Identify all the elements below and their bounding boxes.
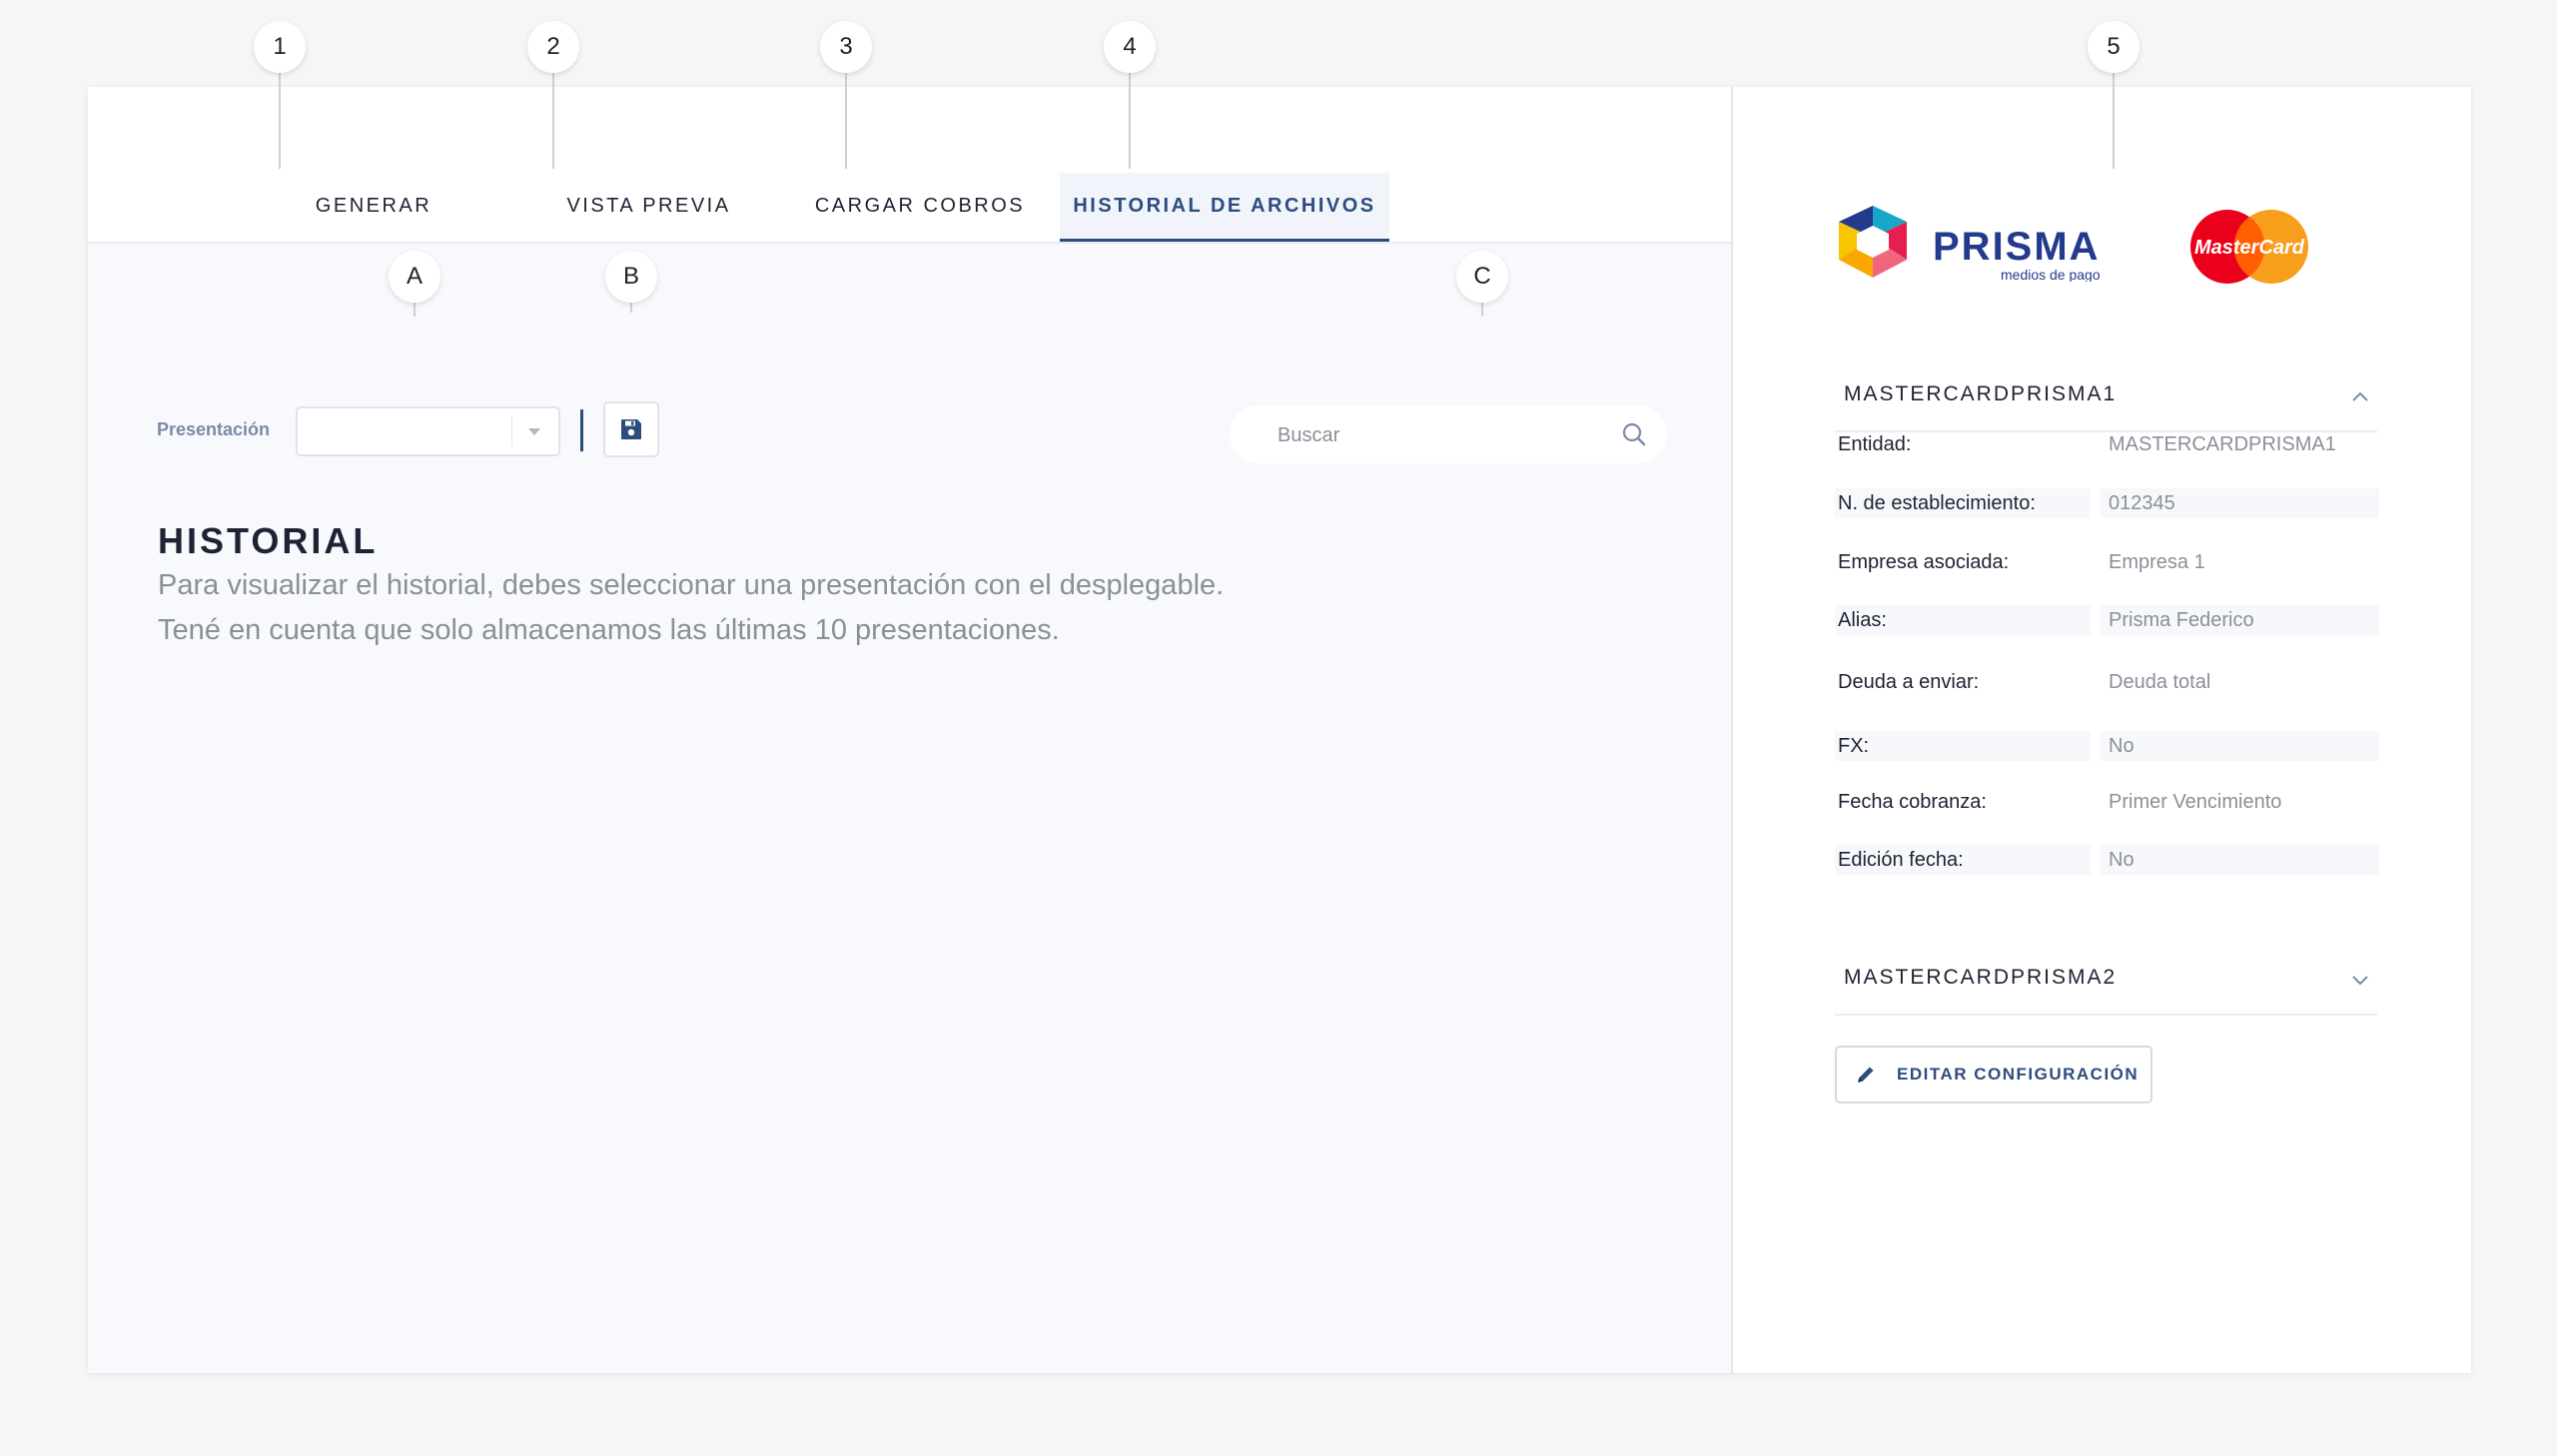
- config-key: N. de establecimiento:: [1835, 488, 2091, 518]
- annotation-b: B: [605, 251, 657, 303]
- config-value: Empresa 1: [2109, 551, 2205, 573]
- config-key: Alias:: [1835, 605, 2091, 635]
- save-button[interactable]: [603, 401, 659, 457]
- annotation-c: C: [1456, 251, 1508, 303]
- annotation-3: 3: [820, 21, 872, 73]
- config-key: Entidad:: [1838, 433, 1912, 455]
- accordion-title: MASTERCARDPRISMA1: [1844, 382, 2118, 405]
- accordion-title: MASTERCARDPRISMA2: [1844, 966, 2118, 989]
- annotation-5: 5: [2088, 21, 2139, 73]
- annotation-a: A: [389, 251, 440, 303]
- tab-cargar-cobros[interactable]: CARGAR COBROS: [780, 173, 1060, 239]
- mastercard-logo: MasterCard: [2187, 207, 2317, 292]
- annotation-leader: [279, 73, 281, 169]
- config-key: Fecha cobranza:: [1838, 791, 1987, 813]
- config-value: 012345: [2101, 488, 2379, 518]
- caret-down-icon: [528, 428, 540, 435]
- config-value: Deuda total: [2109, 671, 2211, 693]
- config-value: Prisma Federico: [2101, 605, 2379, 635]
- tab-generar[interactable]: GENERAR: [248, 173, 499, 239]
- presentation-label: Presentación: [157, 419, 271, 439]
- config-row-deuda: Deuda a enviar: Deuda total: [1835, 667, 2379, 697]
- accordion-mastercardprisma1[interactable]: MASTERCARDPRISMA1: [1835, 368, 2377, 432]
- chevron-up-icon: [2352, 391, 2368, 401]
- config-row-fecha-cobranza: Fecha cobranza: Primer Vencimiento: [1835, 787, 2379, 817]
- annotation-leader: [552, 73, 554, 169]
- search-box: [1230, 405, 1667, 463]
- config-row-edicion-fecha: Edición fecha: No: [1835, 845, 2379, 875]
- config-row-alias: Alias: Prisma Federico: [1835, 605, 2379, 635]
- prisma-logo: PRISMA medios de pago: [1835, 202, 2134, 287]
- toolbar-separator: [580, 409, 583, 451]
- prisma-logo-tagline: medios de pago: [2001, 267, 2101, 282]
- edit-configuration-label: EDITAR CONFIGURACIÓN: [1897, 1065, 2139, 1084]
- accordion-mastercardprisma2[interactable]: MASTERCARDPRISMA2: [1835, 952, 2377, 1016]
- config-value: MASTERCARDPRISMA1: [2109, 433, 2336, 455]
- history-description-line: Para visualizar el historial, debes sele…: [158, 569, 1225, 601]
- config-row-empresa: Empresa asociada: Empresa 1: [1835, 547, 2379, 577]
- config-key: Empresa asociada:: [1838, 551, 2010, 573]
- config-key: Deuda a enviar:: [1838, 671, 1980, 693]
- search-icon[interactable]: [1621, 421, 1647, 447]
- annotation-leader: [1129, 73, 1131, 169]
- search-input[interactable]: [1276, 419, 1599, 451]
- history-description-line: Tené en cuenta que solo almacenamos las …: [158, 614, 1060, 646]
- tab-historial-de-archivos[interactable]: HISTORIAL DE ARCHIVOS: [1060, 173, 1389, 242]
- history-title: HISTORIAL: [158, 520, 379, 561]
- annotation-leader: [1481, 303, 1483, 317]
- annotation-2: 2: [527, 21, 579, 73]
- annotation-leader: [414, 303, 416, 317]
- annotation-leader: [2113, 73, 2115, 169]
- config-key: Edición fecha:: [1835, 845, 2091, 875]
- config-row-establecimiento: N. de establecimiento: 012345: [1835, 488, 2379, 518]
- annotation-leader: [845, 73, 847, 169]
- config-panel: PRISMA medios de pago MasterCard MASTERC…: [1733, 87, 2471, 1373]
- config-value: Primer Vencimiento: [2109, 791, 2282, 813]
- prisma-logo-text: PRISMA: [1933, 225, 2101, 269]
- config-key: FX:: [1835, 731, 2091, 761]
- select-divider: [511, 416, 512, 446]
- presentation-select[interactable]: [296, 406, 560, 456]
- floppy-disk-icon: [621, 419, 641, 439]
- mastercard-logo-text: MasterCard: [2194, 237, 2305, 259]
- config-value: No: [2101, 731, 2379, 761]
- chevron-down-icon: [2352, 976, 2368, 986]
- history-content: Presentación Buscar HISTORIAL Para visua…: [88, 244, 1731, 1373]
- tab-bar: GENERAR VISTA PREVIA CARGAR COBROS HISTO…: [88, 87, 1731, 244]
- main-card: GENERAR VISTA PREVIA CARGAR COBROS HISTO…: [88, 87, 2471, 1373]
- config-value: No: [2101, 845, 2379, 875]
- pencil-icon: [1855, 1064, 1877, 1086]
- edit-configuration-button[interactable]: EDITAR CONFIGURACIÓN: [1835, 1046, 2152, 1103]
- annotation-4: 4: [1104, 21, 1156, 73]
- tab-vista-previa[interactable]: VISTA PREVIA: [517, 173, 780, 239]
- config-row-fx: FX: No: [1835, 731, 2379, 761]
- history-description: Para visualizar el historial, debes sele…: [158, 563, 1224, 653]
- annotation-1: 1: [254, 21, 306, 73]
- annotation-leader: [630, 303, 632, 313]
- config-row-entidad: Entidad: MASTERCARDPRISMA1: [1835, 429, 2379, 459]
